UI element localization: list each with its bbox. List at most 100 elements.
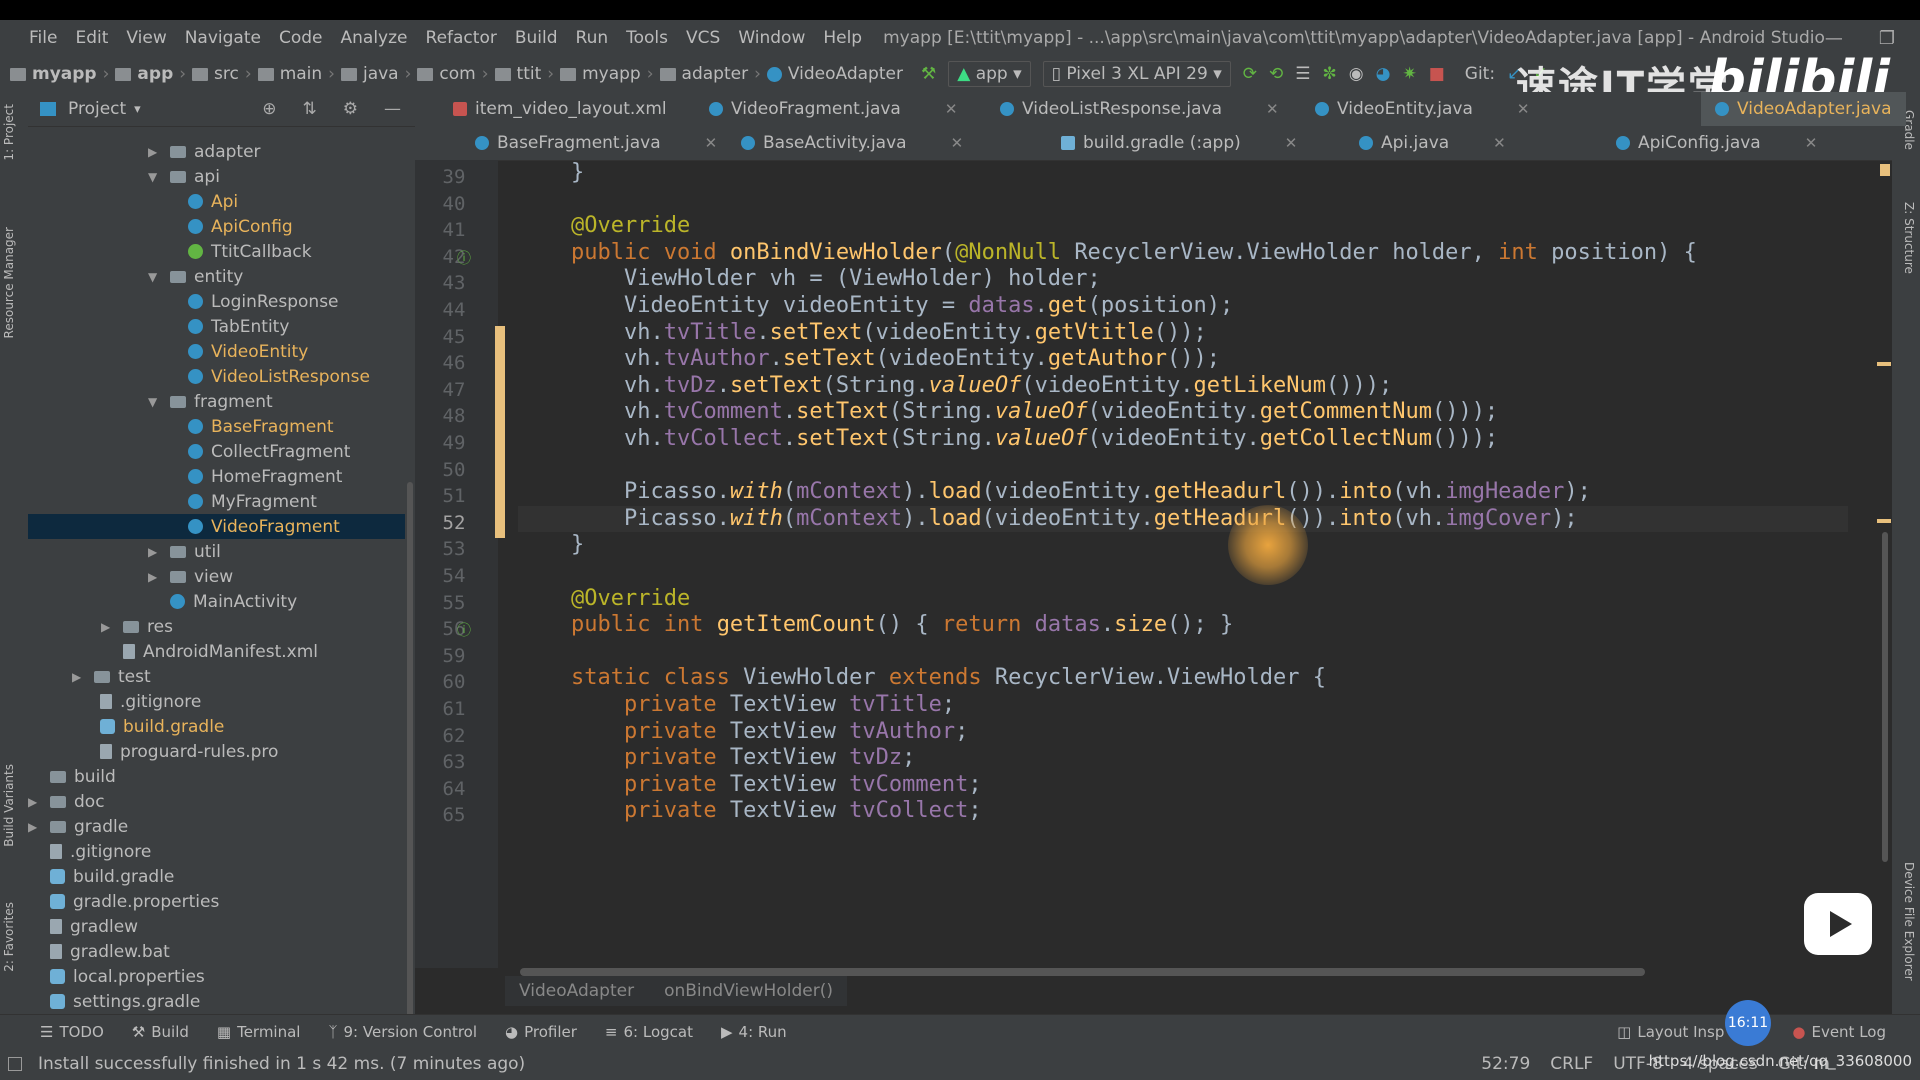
collapsed-arrow-icon[interactable]: ▶	[28, 795, 42, 809]
tree-node[interactable]: TabEntity	[188, 314, 289, 339]
breadcrumb-item[interactable]: main	[254, 64, 326, 84]
collapsed-arrow-icon[interactable]: ▶	[28, 820, 42, 834]
attach-debugger-icon[interactable]: ◉	[1349, 64, 1364, 84]
profile-icon[interactable]: ◕	[1376, 64, 1391, 84]
tool-tab-project[interactable]: 1: Project	[2, 104, 16, 161]
close-tab-icon[interactable]: ✕	[1266, 100, 1279, 118]
close-tab-icon[interactable]: ✕	[1517, 100, 1530, 118]
project-scrollbar[interactable]	[407, 482, 413, 1062]
code-line[interactable]: ViewHolder vh = (ViewHolder) holder;	[518, 266, 1101, 293]
expanded-arrow-icon[interactable]: ▼	[148, 170, 162, 184]
override-icon[interactable]: ⓘ	[457, 248, 471, 268]
warning-marker[interactable]	[1877, 519, 1891, 523]
code-line[interactable]: Picasso.with(mContext).load(videoEntity.…	[518, 505, 1848, 533]
tree-node[interactable]: build.gradle	[50, 864, 174, 889]
breadcrumb-method[interactable]: onBindViewHolder()	[664, 981, 833, 1001]
tree-node[interactable]: ▶ doc	[28, 789, 105, 814]
code-line[interactable]: static class ViewHolder extends Recycler…	[518, 665, 1326, 692]
caret-position[interactable]: 52:79	[1481, 1054, 1530, 1074]
apply-changes-icon[interactable]: ⟳	[1243, 64, 1257, 84]
menu-vcs[interactable]: VCS	[677, 28, 729, 48]
close-tab-icon[interactable]: ✕	[1493, 134, 1506, 152]
vcs-change-marker[interactable]	[495, 325, 505, 539]
code-line[interactable]: private TextView tvAuthor;	[518, 719, 968, 746]
hammer-icon[interactable]: ⚒	[921, 64, 936, 84]
hide-icon[interactable]: —	[384, 99, 401, 119]
tree-node[interactable]: AndroidManifest.xml	[123, 639, 318, 664]
vertical-scrollbar[interactable]	[1882, 532, 1888, 862]
tree-node[interactable]: ▶ view	[148, 564, 233, 589]
tool-run[interactable]: ▶ 4: Run	[707, 1023, 801, 1041]
minimize-button[interactable]: —	[1825, 28, 1843, 49]
code-line[interactable]: private TextView tvTitle;	[518, 692, 955, 719]
menu-file[interactable]: File	[20, 28, 66, 48]
collapse-all-icon[interactable]: ⇅	[303, 99, 317, 119]
device-dropdown[interactable]: ▯ Pixel 3 XL API 29 ▾	[1042, 61, 1231, 87]
tool-tab-build-variants[interactable]: Build Variants	[2, 764, 16, 847]
code-line[interactable]: private TextView tvDz;	[518, 745, 915, 772]
editor-tab[interactable]: ApiConfig.java ✕	[1602, 126, 1831, 160]
code-line[interactable]: VideoEntity videoEntity = datas.get(posi…	[518, 293, 1233, 320]
line-separator[interactable]: CRLF	[1550, 1054, 1593, 1074]
horizontal-scrollbar[interactable]	[520, 968, 1645, 976]
code-line[interactable]: @Override	[518, 586, 690, 613]
tree-node[interactable]: ▶ test	[72, 664, 151, 689]
tool-tab-device-file-explorer[interactable]: Device File Explorer	[1902, 862, 1916, 981]
tool-todo[interactable]: ☰ TODO	[26, 1023, 118, 1041]
override-icon[interactable]: ⓘ	[457, 620, 471, 640]
tool-event-log[interactable]: ● Event Log	[1778, 1023, 1900, 1041]
code-editor[interactable]: } @Override public void onBindViewHolder…	[518, 160, 1848, 968]
tool-build[interactable]: ⚒ Build	[118, 1023, 203, 1041]
breadcrumb-item[interactable]: java	[337, 64, 403, 84]
breadcrumb-item[interactable]: app	[111, 64, 177, 84]
tree-node[interactable]: Api	[188, 189, 238, 214]
restore-button[interactable]: ❐	[1879, 28, 1895, 49]
code-line[interactable]: public void onBindViewHolder(@NonNull Re…	[518, 240, 1697, 267]
tree-node[interactable]: VideoEntity	[188, 339, 308, 364]
tree-node[interactable]: CollectFragment	[188, 439, 350, 464]
code-line[interactable]: Picasso.with(mContext).load(videoEntity.…	[518, 479, 1591, 506]
collapsed-arrow-icon[interactable]: ▶	[148, 570, 162, 584]
tool-layout-inspector[interactable]: ◫ Layout Insp	[1603, 1023, 1738, 1041]
tree-node[interactable]: LoginResponse	[188, 289, 339, 314]
breadcrumb-class[interactable]: VideoAdapter	[519, 981, 634, 1001]
close-tab-icon[interactable]: ✕	[1805, 134, 1818, 152]
close-tab-icon[interactable]: ✕	[951, 134, 964, 152]
close-tab-icon[interactable]: ✕	[945, 100, 958, 118]
tree-node[interactable]: ▶ util	[148, 539, 221, 564]
breadcrumb-item[interactable]: com	[413, 64, 479, 84]
menu-window[interactable]: Window	[729, 28, 814, 48]
tree-node[interactable]: TtitCallback	[188, 239, 312, 264]
code-line[interactable]: vh.tvAuthor.setText(videoEntity.getAutho…	[518, 346, 1220, 373]
collapsed-arrow-icon[interactable]: ▶	[148, 545, 162, 559]
breadcrumb-item[interactable]: VideoAdapter	[763, 64, 907, 84]
tree-node[interactable]: VideoFragment	[28, 514, 405, 539]
tree-node[interactable]: gradlew.bat	[50, 939, 170, 964]
code-line[interactable]: }	[518, 532, 584, 559]
expanded-arrow-icon[interactable]: ▼	[148, 395, 162, 409]
tree-node[interactable]: ▶ res	[101, 614, 173, 639]
tree-node[interactable]: ▼ entity	[148, 264, 243, 289]
tool-tab-favorites[interactable]: 2: Favorites	[2, 902, 16, 972]
project-view-dropdown[interactable]: Project	[68, 99, 126, 119]
breadcrumb-item[interactable]: myapp	[556, 64, 645, 84]
code-line[interactable]: private TextView tvComment;	[518, 772, 982, 799]
run-config-dropdown[interactable]: ▲ app ▾	[948, 61, 1031, 87]
tree-node[interactable]: HomeFragment	[188, 464, 342, 489]
tree-node[interactable]: ▶ gradle	[28, 814, 128, 839]
code-line[interactable]: public int getItemCount() { return datas…	[518, 612, 1233, 639]
tree-node[interactable]: proguard-rules.pro	[100, 739, 278, 764]
tree-node[interactable]: build	[50, 764, 116, 789]
menu-navigate[interactable]: Navigate	[176, 28, 270, 48]
tree-node[interactable]: .gitignore	[50, 839, 151, 864]
tree-node[interactable]: .gitignore	[100, 689, 201, 714]
breadcrumb-item[interactable]: myapp	[6, 64, 101, 84]
menu-edit[interactable]: Edit	[66, 28, 117, 48]
code-line[interactable]: vh.tvComment.setText(String.valueOf(vide…	[518, 399, 1498, 426]
expanded-arrow-icon[interactable]: ▼	[148, 270, 162, 284]
code-line[interactable]: vh.tvDz.setText(String.valueOf(videoEnti…	[518, 373, 1392, 400]
code-line[interactable]: vh.tvTitle.setText(videoEntity.getVtitle…	[518, 320, 1207, 347]
breadcrumb-item[interactable]: ttit	[491, 64, 546, 84]
tool-tab-resource-manager[interactable]: Resource Manager	[2, 227, 16, 338]
tree-node[interactable]: build.gradle	[100, 714, 224, 739]
